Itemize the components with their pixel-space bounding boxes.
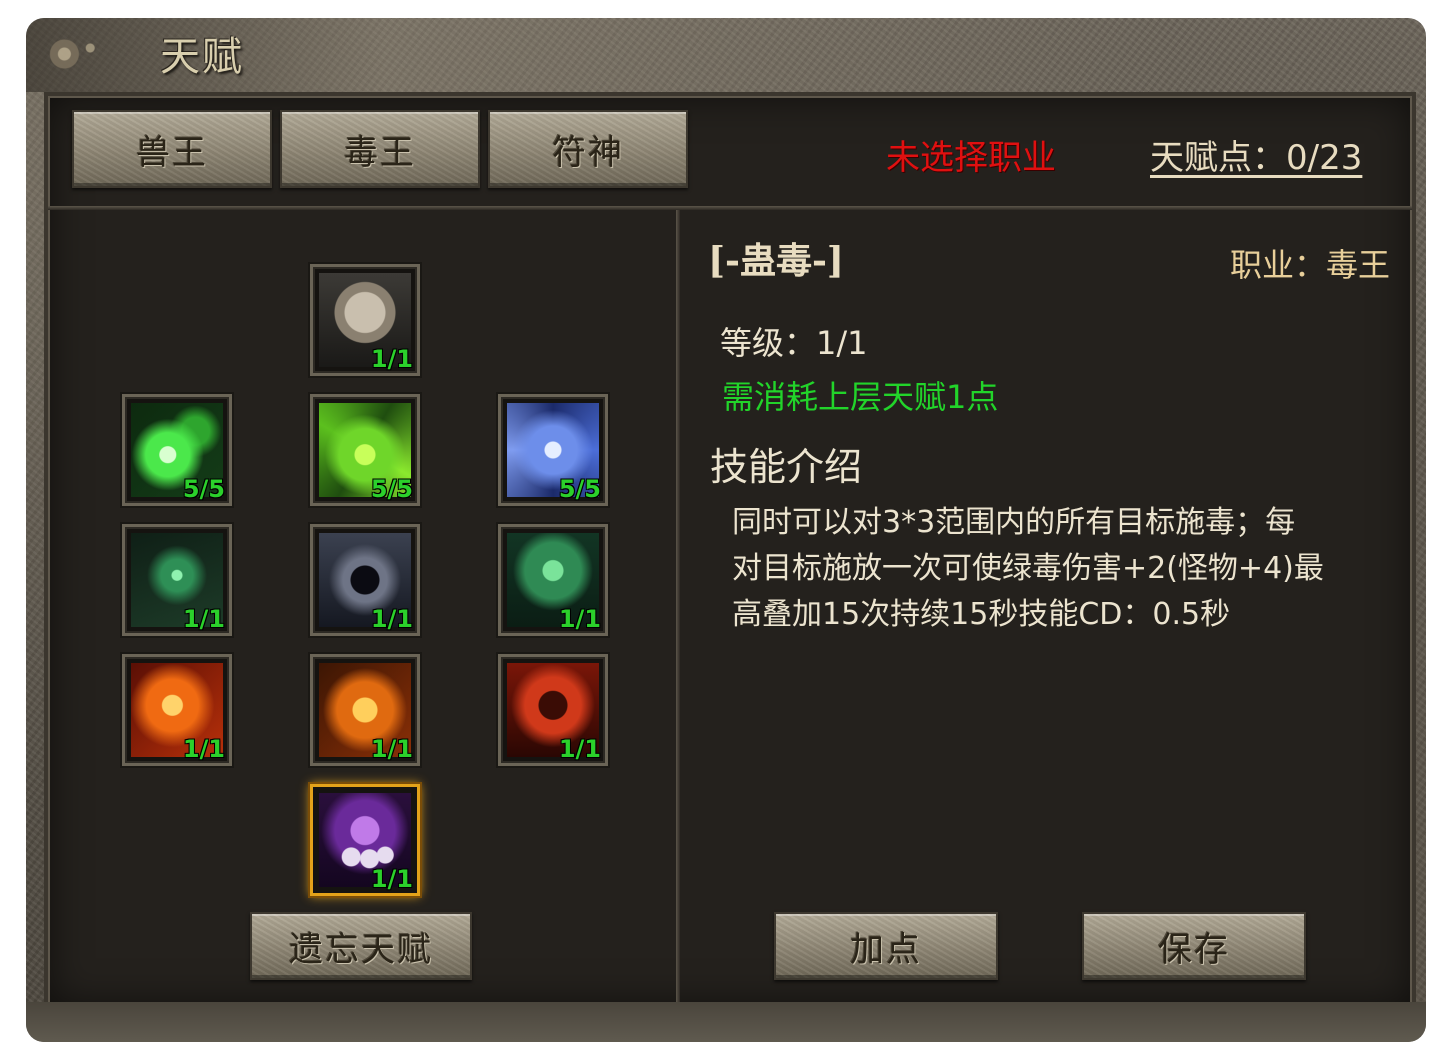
skill-level: 1/1 <box>370 865 413 893</box>
add-point-button[interactable]: 加点 <box>774 912 998 980</box>
skill-slot-fire-defense-rune[interactable]: 1/1 <box>310 654 420 766</box>
skill-level: 1/1 <box>182 735 225 763</box>
tab-rune-god[interactable]: 符神 <box>488 110 688 188</box>
skill-level: 1/1 <box>558 605 601 633</box>
panel-divider <box>676 210 680 1006</box>
title-bar: 天赋 <box>26 18 386 92</box>
bottom-frame <box>26 1002 1426 1042</box>
header-divider <box>48 206 1412 210</box>
skill-name: [-蛊毒-] <box>708 240 844 282</box>
description-line: 对目标施放一次可使绿毒伤害+2(怪物+4)最 <box>732 551 1324 586</box>
skill-level-text: 等级：1/1 <box>720 324 868 362</box>
skill-slot-skull[interactable]: 1/1 <box>310 264 420 376</box>
skill-slot-green-serpent[interactable]: 1/1 <box>122 524 232 636</box>
skill-description: 同时可以对3*3范围内的所有目标施毒；每 对目标施放一次可使绿毒伤害+2(怪物+… <box>732 500 1372 638</box>
description-line: 同时可以对3*3范围内的所有目标施毒；每 <box>732 505 1296 540</box>
skill-level: 5/5 <box>370 475 413 503</box>
skill-level: 1/1 <box>370 605 413 633</box>
description-line: 高叠加15次持续15秒技能CD：0.5秒 <box>732 597 1231 632</box>
talent-window: 天赋 兽王 毒王 符神 未选择职业 天赋点：0/23 1/1 5/5 5/5 5… <box>26 18 1426 1042</box>
skill-slot-dark-wraith[interactable]: 1/1 <box>310 524 420 636</box>
dragon-ornament-icon <box>30 24 116 84</box>
skill-level: 1/1 <box>370 345 413 373</box>
skill-slot-blue-vortex[interactable]: 5/5 <box>498 394 608 506</box>
skill-slot-poison-spirit[interactable]: 5/5 <box>122 394 232 506</box>
skill-slot-fire-demon[interactable]: 1/1 <box>498 654 608 766</box>
skill-slot-purple-skulls[interactable]: 1/1 <box>310 784 420 896</box>
skill-level: 1/1 <box>182 605 225 633</box>
tab-poison-king[interactable]: 毒王 <box>280 110 480 188</box>
skill-intro-title: 技能介绍 <box>710 445 863 489</box>
skill-level: 5/5 <box>558 475 601 503</box>
save-button[interactable]: 保存 <box>1082 912 1306 980</box>
job-status: 未选择职业 <box>886 138 1056 178</box>
tab-beast-king[interactable]: 兽王 <box>72 110 272 188</box>
skill-level: 1/1 <box>558 735 601 763</box>
window-title: 天赋 <box>160 34 244 80</box>
forget-talent-button[interactable]: 遗忘天赋 <box>250 912 472 980</box>
skill-requirement: 需消耗上层天赋1点 <box>722 378 999 416</box>
skill-job: 职业：毒王 <box>1229 246 1390 284</box>
talent-points: 天赋点：0/23 <box>1150 138 1363 178</box>
skill-slot-fire-seal[interactable]: 1/1 <box>122 654 232 766</box>
skill-level: 5/5 <box>182 475 225 503</box>
talent-panel: 兽王 毒王 符神 未选择职业 天赋点：0/23 1/1 5/5 5/5 5/5 … <box>44 92 1416 1010</box>
skill-slot-green-tree[interactable]: 1/1 <box>498 524 608 636</box>
skill-level: 1/1 <box>370 735 413 763</box>
skill-slot-green-whirl[interactable]: 5/5 <box>310 394 420 506</box>
